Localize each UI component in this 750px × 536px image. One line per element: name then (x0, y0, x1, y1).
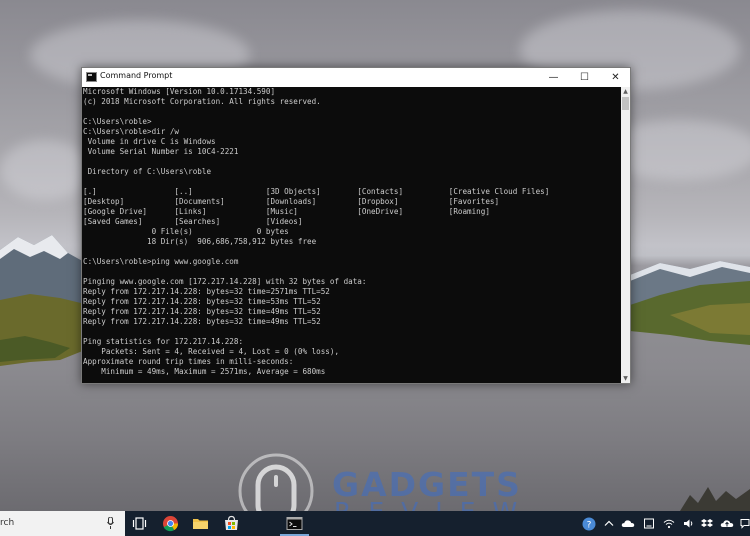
vertical-scrollbar[interactable]: ▲ ▼ (621, 87, 630, 383)
help-icon[interactable]: ? (582, 517, 596, 531)
shore-left (0, 294, 85, 366)
volume-icon[interactable] (683, 518, 695, 529)
microphone-icon[interactable] (107, 517, 114, 529)
dropbox-icon[interactable] (701, 518, 713, 529)
console-line: Volume Serial Number is 10C4-2221 (83, 147, 239, 156)
search-placeholder: rch (0, 518, 15, 528)
console-line: Reply from 172.217.14.228: bytes=32 time… (83, 297, 321, 306)
command-prompt-window[interactable]: Command Prompt — ☐ ✕ Microsoft Windows [… (81, 67, 631, 384)
console-line: Pinging www.google.com [172.217.14.228] … (83, 277, 367, 286)
taskbar: rch ? (0, 511, 750, 536)
shore-right (630, 281, 750, 345)
close-button[interactable]: ✕ (600, 68, 631, 87)
console-line: [Desktop] [Documents] [Downloads] [Dropb… (83, 197, 500, 206)
tablet-mode-icon[interactable] (643, 518, 655, 529)
scroll-down-arrow-icon[interactable]: ▼ (621, 374, 630, 383)
console-line: Reply from 172.217.14.228: bytes=32 time… (83, 307, 321, 316)
console-output[interactable]: Microsoft Windows [Version 10.0.17134.59… (82, 87, 621, 383)
taskbar-search-box[interactable]: rch (0, 511, 125, 536)
chevron-up-icon[interactable] (603, 518, 615, 529)
console-line: Reply from 172.217.14.228: bytes=32 time… (83, 287, 330, 296)
console-line: (c) 2018 Microsoft Corporation. All righ… (83, 97, 321, 106)
console-line: Ping statistics for 172.217.14.228: (83, 337, 244, 346)
file-explorer-icon[interactable] (192, 515, 209, 532)
chrome-icon[interactable] (162, 515, 179, 532)
console-line: [Google Drive] [Links] [Music] [OneDrive… (83, 207, 490, 216)
console-line: [.] [..] [3D Objects] [Contacts] [Creati… (83, 187, 550, 196)
cloud-upload-icon[interactable] (720, 518, 734, 529)
action-center-icon[interactable] (740, 518, 750, 529)
console-line: 18 Dir(s) 906,686,758,912 bytes free (83, 237, 317, 246)
console-line: Packets: Sent = 4, Received = 4, Lost = … (83, 347, 340, 356)
cmd-app-icon (86, 72, 97, 82)
console-line: C:\Users\roble>ping www.google.com (83, 257, 239, 266)
title-bar[interactable]: Command Prompt — ☐ ✕ (82, 68, 630, 87)
command-prompt-taskbar-icon[interactable] (286, 515, 303, 532)
scroll-up-arrow-icon[interactable]: ▲ (621, 87, 630, 96)
console-line: Microsoft Windows [Version 10.0.17134.59… (83, 87, 276, 96)
wifi-icon[interactable] (663, 518, 675, 529)
grass-bottom-right (680, 487, 750, 511)
console-line: 0 File(s) 0 bytes (83, 227, 289, 236)
console-line: Approximate round trip times in milli-se… (83, 357, 294, 366)
console-line: Volume in drive C is Windows (83, 137, 216, 146)
console-line: Reply from 172.217.14.228: bytes=32 time… (83, 317, 321, 326)
svg-text:?: ? (587, 521, 592, 531)
store-icon[interactable] (223, 515, 240, 532)
onedrive-icon[interactable] (621, 518, 635, 529)
console-line: C:\Users\roble> (83, 117, 152, 126)
console-line: Minimum = 49ms, Maximum = 2571ms, Averag… (83, 367, 326, 376)
maximize-button[interactable]: ☐ (569, 68, 600, 87)
console-line: C:\Users\roble>dir /w (83, 127, 180, 136)
console-line: Directory of C:\Users\roble (83, 167, 212, 176)
console-line: [Saved Games] [Searches] [Videos] (83, 217, 303, 226)
scroll-thumb[interactable] (622, 97, 629, 110)
task-view-icon[interactable] (132, 515, 149, 532)
minimize-button[interactable]: — (538, 68, 569, 87)
window-title: Command Prompt (100, 71, 173, 80)
